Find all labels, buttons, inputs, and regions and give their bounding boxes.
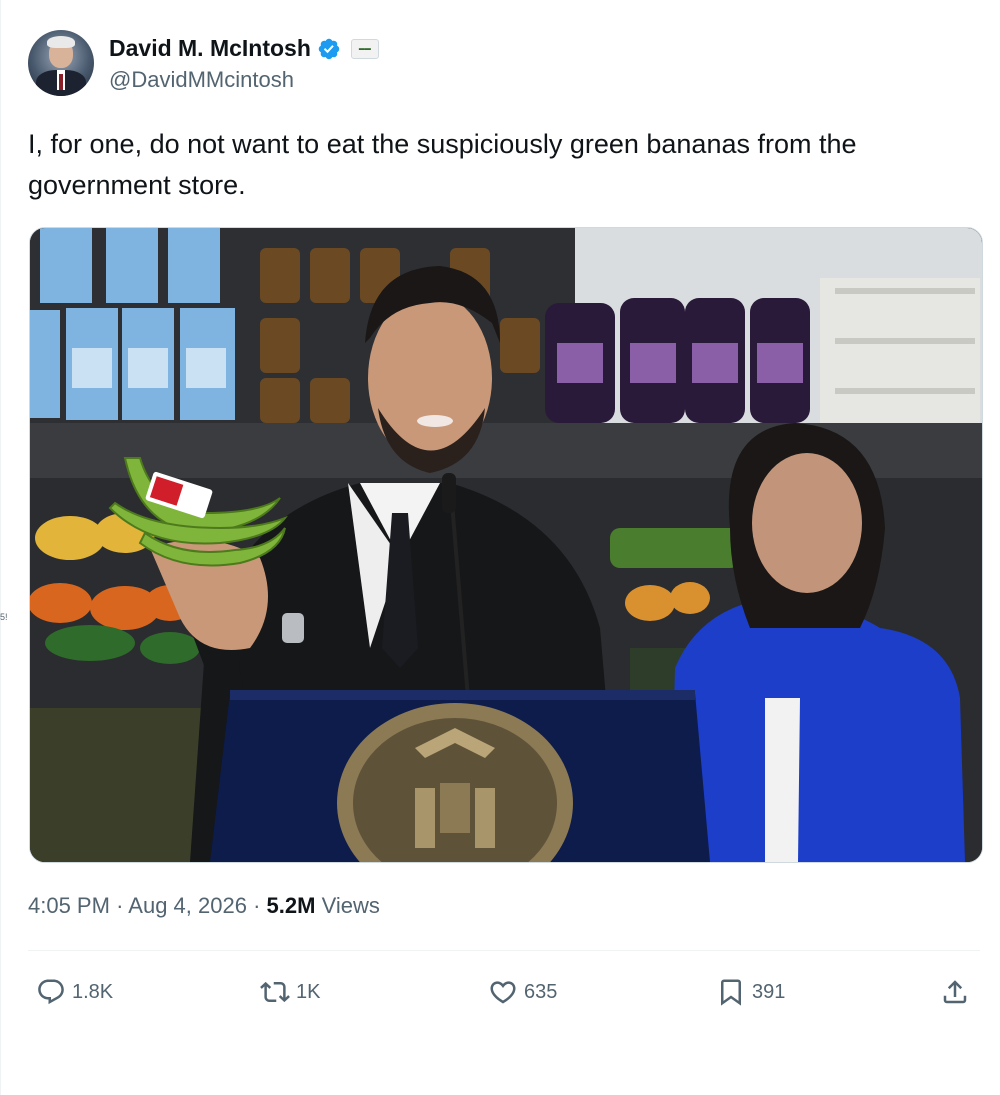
tweet-photo[interactable] xyxy=(29,227,983,863)
share-icon xyxy=(943,980,967,1004)
repost-icon xyxy=(260,981,290,1003)
like-count: 635 xyxy=(524,980,558,1003)
timestamp-date[interactable]: Aug 4, 2026 xyxy=(128,893,247,918)
avatar[interactable] xyxy=(28,30,94,96)
timestamp-time[interactable]: 4:05 PM xyxy=(28,893,110,918)
affiliation-badge-icon[interactable]: ▬▬ xyxy=(350,38,379,59)
action-bar: 1.8K 1K 635 391 xyxy=(28,970,980,1014)
edge-text: 5! xyxy=(0,612,8,622)
tweet-text: I, for one, do not want to eat the suspi… xyxy=(28,129,857,200)
divider xyxy=(28,950,980,951)
meta-separator-2: · xyxy=(253,893,261,918)
reply-count: 1.8K xyxy=(72,980,114,1003)
bookmark-icon xyxy=(721,979,741,1006)
views-label: Views xyxy=(321,893,380,918)
bookmark-button[interactable]: 391 xyxy=(716,970,785,1014)
handle[interactable]: @DavidMMcintosh xyxy=(109,67,379,93)
repost-count: 1K xyxy=(296,980,321,1003)
views-count: 5.2M xyxy=(266,893,316,918)
left-border xyxy=(0,0,1,1095)
tweet-meta: 4:05 PM · Aug 4, 2026 · 5.2M Views xyxy=(28,893,380,919)
reply-icon xyxy=(38,979,64,1005)
display-name[interactable]: David M. McIntosh xyxy=(109,35,311,62)
meta-separator: · xyxy=(116,893,124,918)
tweet-header: David M. McIntosh ▬▬ @DavidMMcintosh xyxy=(28,30,379,96)
repost-button[interactable]: 1K xyxy=(260,970,320,1014)
share-button[interactable] xyxy=(940,970,970,1014)
reply-button[interactable]: 1.8K xyxy=(36,970,113,1014)
press-conference-photo xyxy=(30,228,982,862)
verified-badge-icon xyxy=(318,38,340,59)
author-block: David M. McIntosh ▬▬ @DavidMMcintosh xyxy=(109,34,379,93)
like-button[interactable]: 635 xyxy=(488,970,557,1014)
heart-icon xyxy=(490,981,516,1004)
bookmark-count: 391 xyxy=(752,980,786,1003)
